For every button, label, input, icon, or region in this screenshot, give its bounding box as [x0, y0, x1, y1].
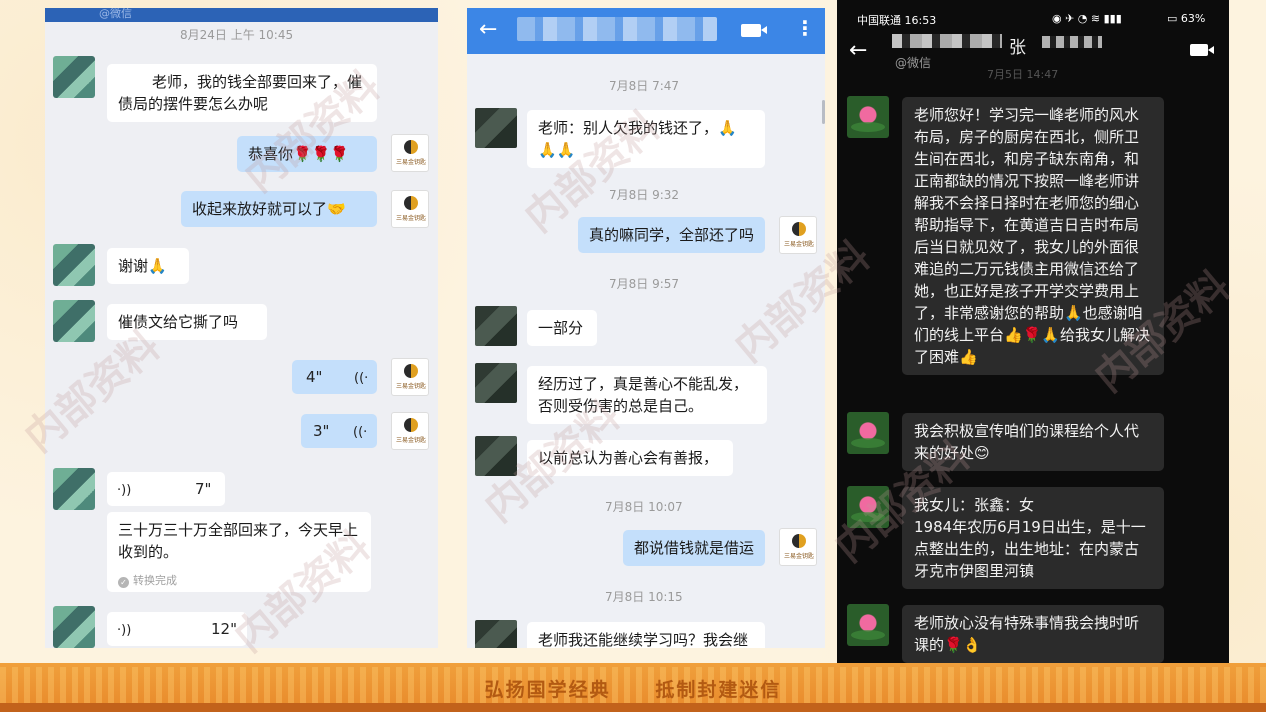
avatar[interactable] — [53, 56, 95, 98]
voice-message[interactable]: 3" ((· — [301, 414, 377, 448]
timestamp: 7月8日 7:47 — [609, 79, 680, 93]
voice-duration: 7" — [195, 480, 212, 498]
contact-name: 张 — [1009, 38, 1026, 58]
slogan: 弘扬国学经典 抵制封建迷信 — [0, 675, 1266, 702]
back-arrow-icon[interactable]: ← — [849, 38, 867, 63]
slogan-right: 抵制封建迷信 — [655, 679, 782, 701]
avatar[interactable]: 三易金钥匙 — [779, 528, 817, 566]
voice-duration: 4" — [306, 368, 323, 386]
avatar[interactable]: 三易金钥匙 — [391, 190, 429, 228]
avatar[interactable] — [847, 412, 889, 454]
more-menu-icon[interactable]: ⋮ — [795, 16, 815, 40]
timestamp: 7月8日 9:57 — [609, 277, 680, 291]
avatar[interactable] — [475, 363, 517, 403]
avatar[interactable]: 三易金钥匙 — [391, 134, 429, 172]
voice-wave-icon: ·)) — [117, 483, 132, 498]
message-bubble[interactable]: 老师我还能继续学习吗？我会继 — [527, 622, 765, 648]
timestamp: 8月24日 上午 10:45 — [180, 28, 294, 42]
timestamp: 7月5日 14:47 — [987, 68, 1059, 81]
avatar[interactable] — [53, 300, 95, 342]
avatar[interactable] — [475, 108, 517, 148]
voice-message[interactable]: ·)) 7" — [107, 472, 225, 506]
scrollbar[interactable] — [822, 100, 825, 124]
avatar[interactable]: 三易金钥匙 — [391, 412, 429, 450]
message-bubble[interactable]: 真的嘛同学，全部还了吗 — [578, 217, 765, 253]
battery-level: ▭ 63% — [1167, 12, 1206, 25]
message-bubble[interactable]: 一部分 — [527, 310, 597, 346]
message-bubble[interactable]: 老师放心没有特殊事情我会拽时听课的🌹👌 — [902, 605, 1164, 663]
voice-message[interactable]: 4" ((· — [292, 360, 377, 394]
avatar[interactable]: 三易金钥匙 — [779, 216, 817, 254]
convert-status: ✓ 转换完成 — [118, 570, 177, 592]
avatar[interactable]: 三易金钥匙 — [391, 358, 429, 396]
chat-header: ← ⋮ — [467, 8, 825, 54]
wechat-label: @微信 — [99, 8, 132, 20]
wechat-label: @微信 — [895, 56, 932, 70]
voice-wave-icon: ((· — [354, 371, 369, 386]
voice-wave-icon: ·)) — [117, 623, 132, 638]
back-arrow-icon[interactable]: ← — [479, 17, 497, 42]
slogan-left: 弘扬国学经典 — [484, 679, 611, 701]
timestamp: 7月8日 10:15 — [605, 590, 683, 604]
video-call-icon[interactable] — [741, 24, 767, 37]
message-bubble[interactable]: 收起来放好就可以了🤝 — [181, 191, 377, 227]
check-icon: ✓ — [118, 577, 129, 588]
contact-name-blurred — [1042, 36, 1102, 48]
avatar[interactable] — [53, 468, 95, 510]
top-bar: @微信 — [45, 8, 438, 22]
message-bubble[interactable]: 都说借钱就是借运 — [623, 530, 765, 566]
avatar[interactable] — [475, 620, 517, 648]
avatar[interactable] — [847, 604, 889, 646]
status-icons: ◉ ✈ ◔ ≋ ▮▮▮ — [1052, 12, 1122, 25]
avatar[interactable] — [475, 306, 517, 346]
contact-name-blurred — [517, 17, 717, 41]
timestamp: 7月8日 9:32 — [609, 188, 680, 202]
avatar[interactable] — [847, 96, 889, 138]
avatar[interactable] — [53, 606, 95, 648]
voice-wave-icon: ((· — [353, 425, 368, 440]
banner-edge — [0, 703, 1266, 712]
status-carrier-time: 中国联通 16:53 — [857, 14, 937, 27]
voice-duration: 3" — [313, 422, 330, 440]
video-call-icon[interactable] — [1190, 44, 1214, 56]
contact-name-blurred — [892, 34, 1002, 48]
avatar[interactable] — [53, 244, 95, 286]
battery-icon: ▭ — [1167, 12, 1178, 25]
message-bubble[interactable]: 谢谢🙏 — [107, 248, 189, 284]
timestamp: 7月8日 10:07 — [605, 500, 683, 514]
message-bubble[interactable]: 我女儿：张鑫：女 1984年农历6月19日出生，是十一点整出生的，出生地址：在内… — [902, 487, 1164, 589]
